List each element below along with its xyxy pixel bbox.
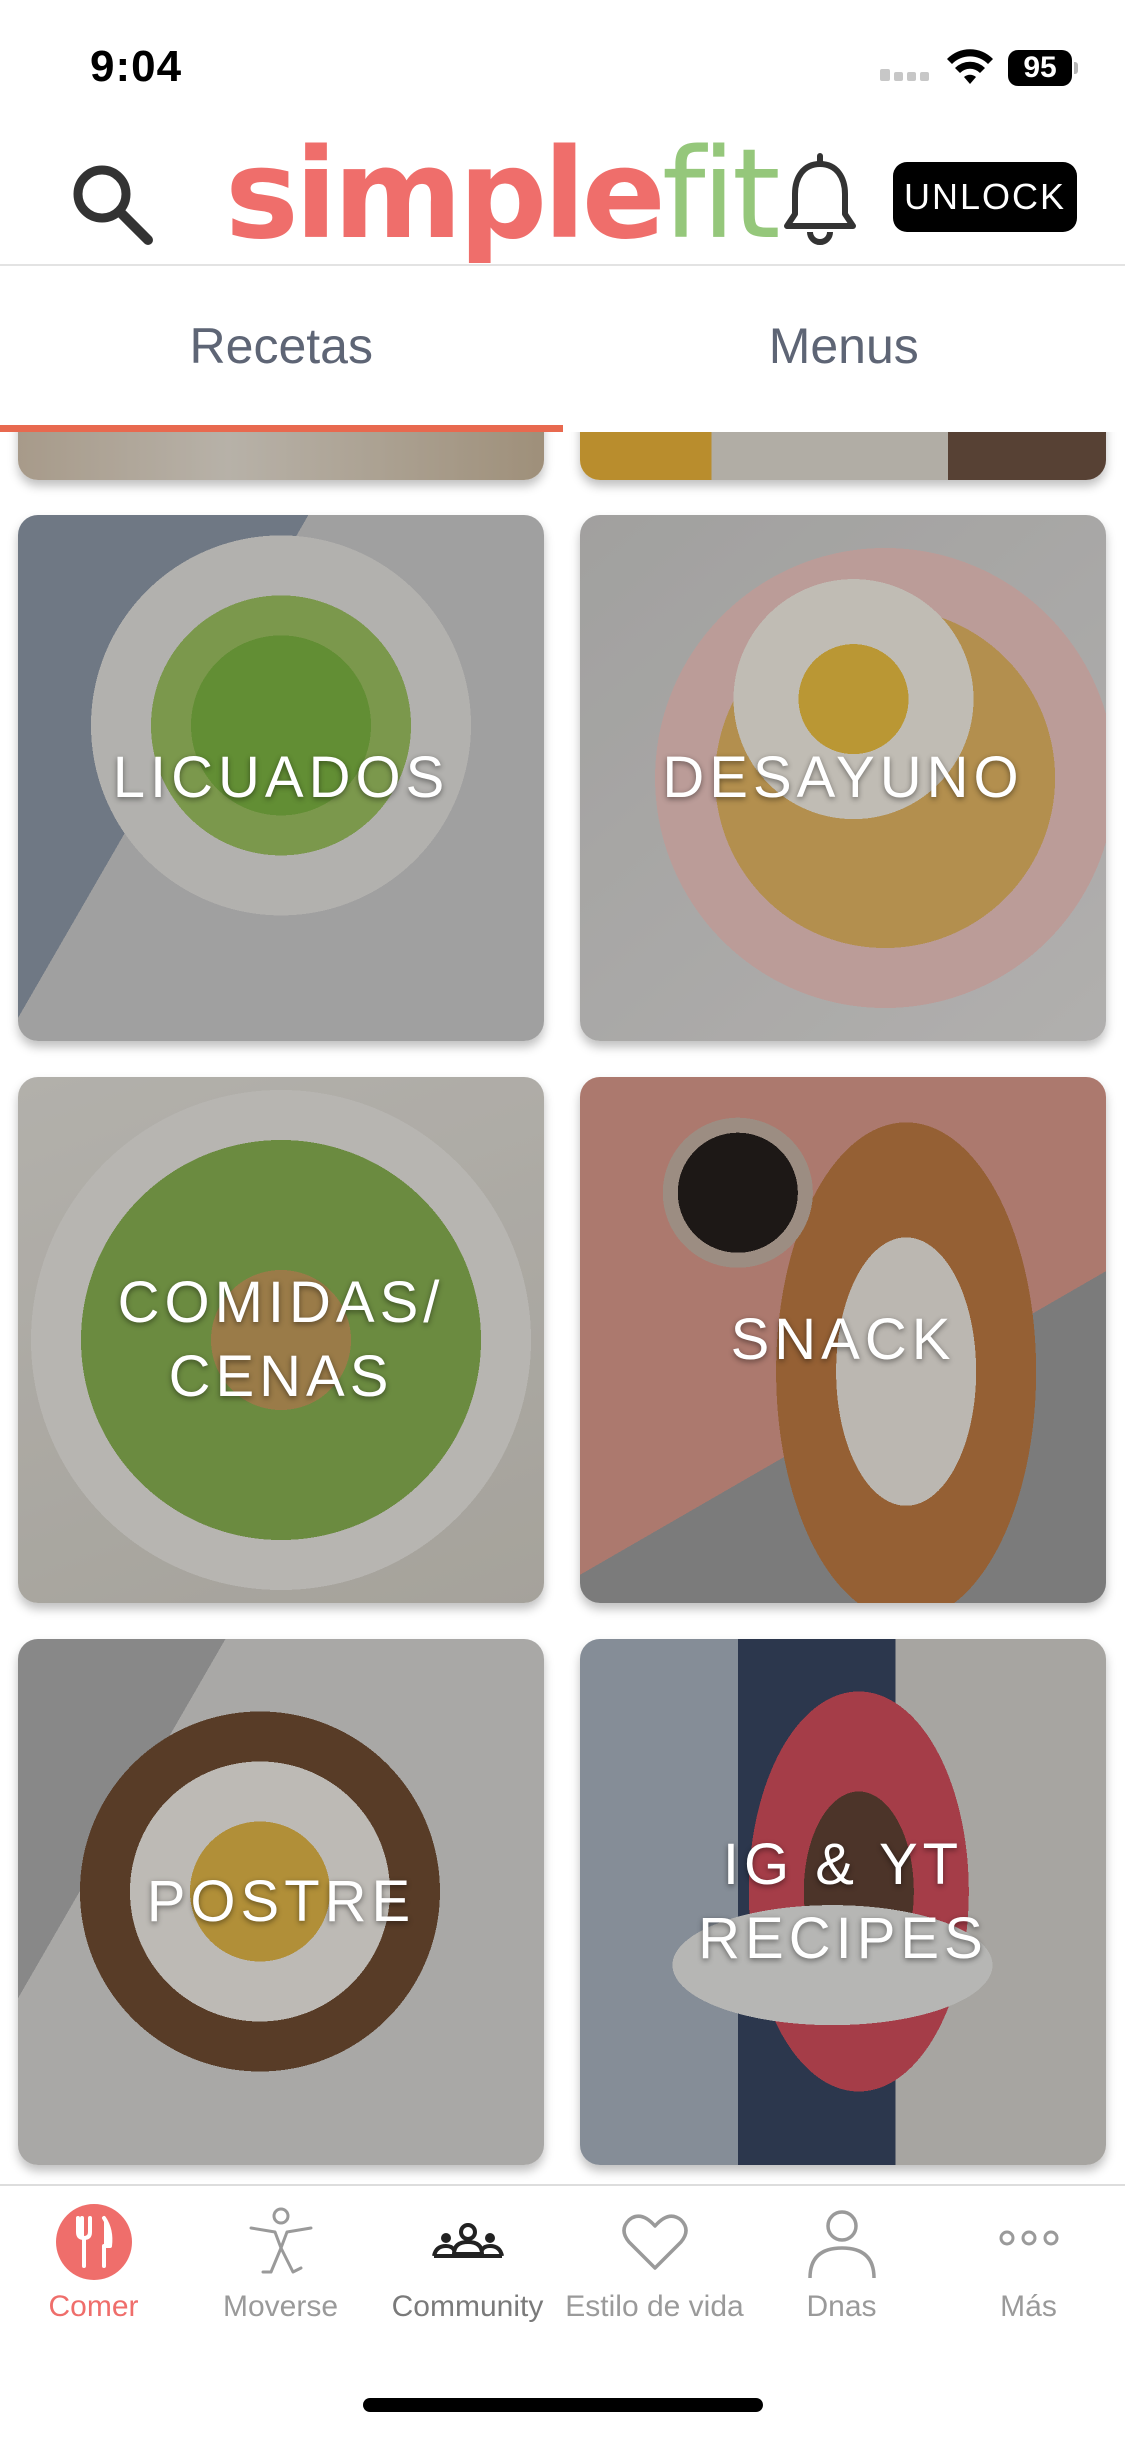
tab-recetas[interactable]: Recetas — [0, 266, 563, 432]
category-card-desayuno[interactable]: DESAYUNO — [580, 515, 1106, 1041]
nav-label: Más — [925, 2290, 1125, 2324]
community-icon — [428, 2202, 508, 2282]
category-card-postre[interactable]: POSTRE — [18, 1639, 544, 2165]
nav-label: Dnas — [738, 2290, 945, 2324]
category-grid: LICUADOS DESAYUNO COMIDAS/ CENAS SNACK P… — [0, 432, 1125, 2184]
category-card-partial[interactable] — [18, 432, 544, 480]
category-card-ig-yt-recipes[interactable]: IG & YT RECIPES — [580, 1639, 1106, 2165]
card-overlay — [580, 432, 1106, 480]
utensils-icon — [54, 2202, 134, 2282]
exercise-figure-icon — [241, 2202, 321, 2282]
notification-bell-icon[interactable] — [775, 152, 865, 252]
category-label: IG & YT RECIPES — [580, 1828, 1106, 1976]
unlock-button[interactable]: UNLOCK — [893, 162, 1077, 232]
category-label: POSTRE — [18, 1865, 544, 1939]
heart-icon — [615, 2202, 695, 2282]
battery-indicator: 95 — [1008, 50, 1072, 86]
logo-fit-text: fit — [662, 123, 777, 267]
category-card-licuados[interactable]: LICUADOS — [18, 515, 544, 1041]
nav-comer[interactable]: Comer — [0, 2186, 187, 2346]
person-icon — [802, 2202, 882, 2282]
nav-label: Comer — [0, 2290, 197, 2324]
nav-moverse[interactable]: Moverse — [187, 2186, 374, 2346]
nav-community[interactable]: Community — [374, 2186, 561, 2346]
status-bar: 9:04 95 — [0, 0, 1125, 130]
nav-label: Moverse — [177, 2290, 384, 2324]
category-label: LICUADOS — [18, 741, 544, 815]
battery-tip — [1074, 62, 1078, 74]
card-overlay — [18, 432, 544, 480]
category-card-snack[interactable]: SNACK — [580, 1077, 1106, 1603]
more-dots-icon — [989, 2202, 1069, 2282]
logo-simple-text: simple — [225, 123, 662, 267]
wifi-icon — [945, 48, 995, 88]
nav-label: Community — [364, 2290, 571, 2324]
search-icon[interactable] — [62, 154, 162, 254]
nav-mas[interactable]: Más — [935, 2186, 1122, 2346]
simplefit-logo: simplefit — [225, 128, 777, 262]
cellular-signal-icon — [880, 72, 929, 81]
nav-estilo-de-vida[interactable]: Estilo de vida — [561, 2186, 748, 2346]
category-card-partial[interactable] — [580, 432, 1106, 480]
status-time: 9:04 — [90, 42, 182, 92]
category-label: SNACK — [580, 1303, 1106, 1377]
recipe-tabs: Recetas Menus — [0, 266, 1125, 432]
category-card-comidas-cenas[interactable]: COMIDAS/ CENAS — [18, 1077, 544, 1603]
nav-dnas[interactable]: Dnas — [748, 2186, 935, 2346]
home-indicator[interactable] — [363, 2398, 763, 2412]
app-header: simplefit UNLOCK — [0, 130, 1125, 266]
category-label: DESAYUNO — [580, 741, 1106, 815]
category-label: COMIDAS/ CENAS — [18, 1266, 544, 1414]
nav-label: Estilo de vida — [551, 2290, 758, 2324]
tab-menus[interactable]: Menus — [563, 266, 1125, 432]
